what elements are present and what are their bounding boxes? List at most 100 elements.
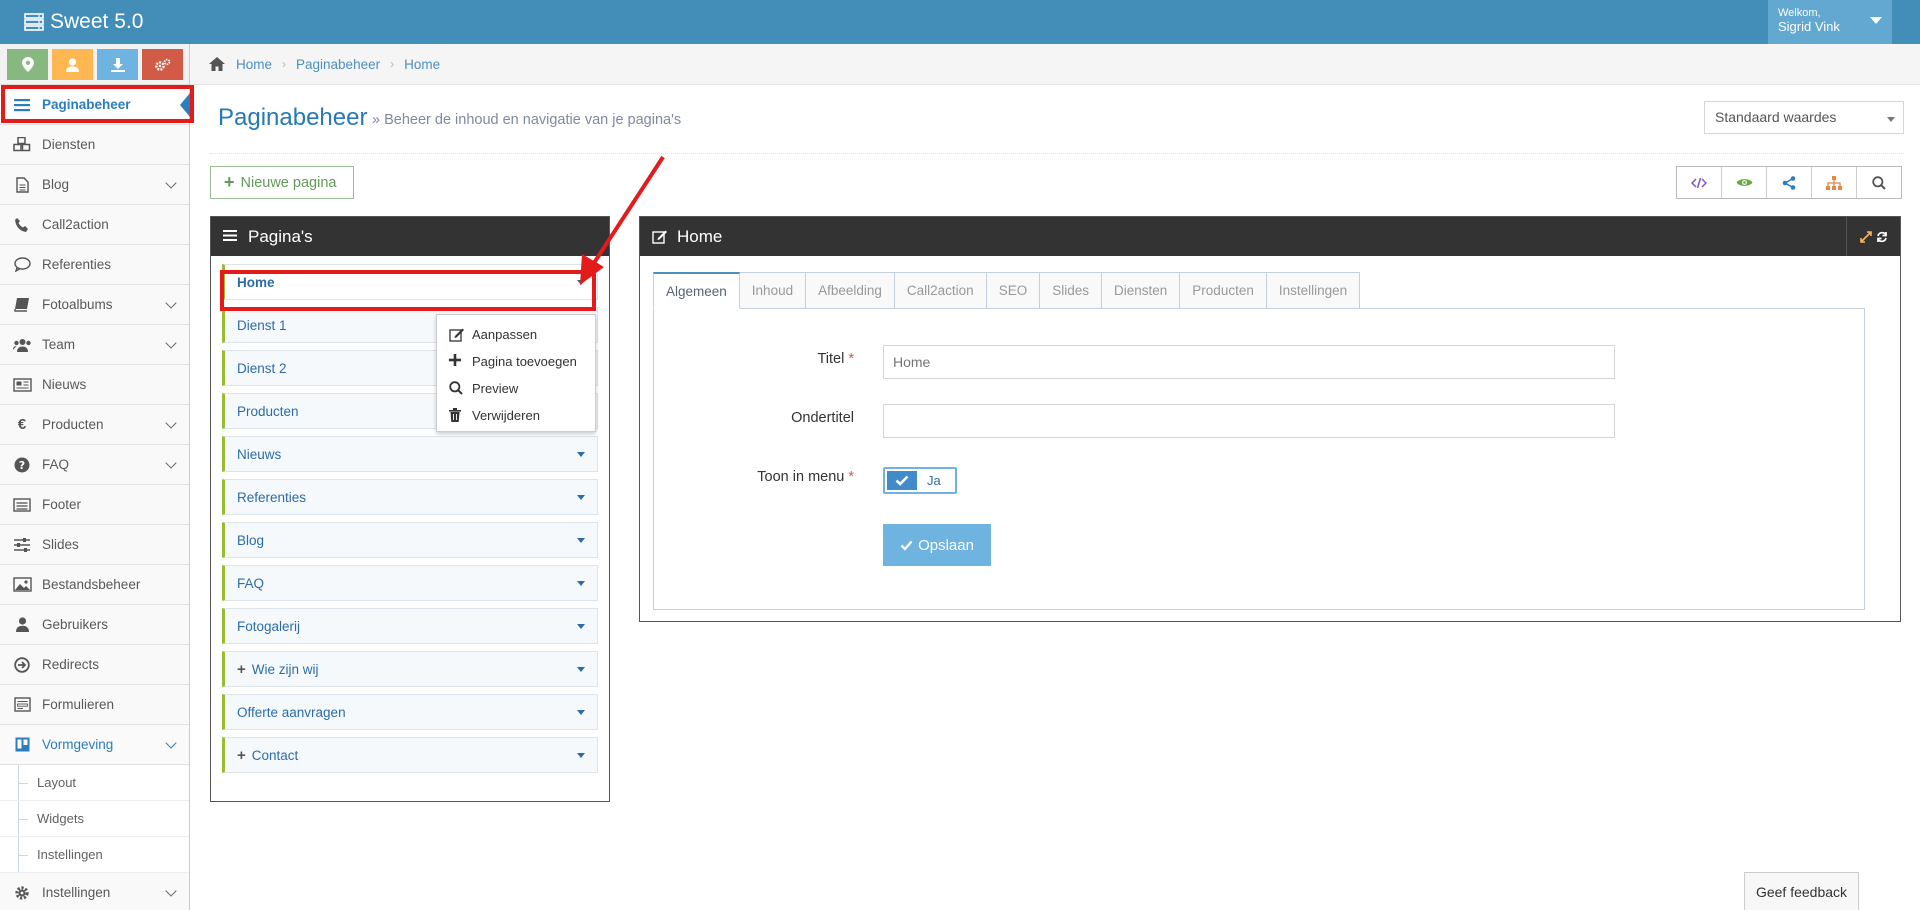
tab-label: SEO — [998, 283, 1028, 298]
sidebar-item-diensten[interactable]: Diensten — [0, 125, 189, 165]
search-button[interactable] — [1857, 167, 1901, 198]
page-item-fotogalerij[interactable]: Fotogalerij — [222, 608, 598, 644]
shortcut-location[interactable] — [7, 49, 48, 80]
sidebar-item-gebruikers[interactable]: Gebruikers — [0, 605, 189, 645]
tab-diensten[interactable]: Diensten — [1102, 272, 1181, 309]
sidebar-subitem-layout[interactable]: Layout — [0, 765, 189, 801]
sidebar-item-formulieren[interactable]: Formulieren — [0, 685, 189, 725]
sidebar-item-vormgeving[interactable]: Vormgeving — [0, 725, 189, 765]
new-page-button[interactable]: + Nieuwe pagina — [210, 166, 354, 199]
save-button[interactable]: Opslaan — [883, 524, 991, 566]
expand-plus-icon[interactable]: + — [237, 661, 246, 678]
feedback-button[interactable]: Geef feedback — [1744, 872, 1859, 910]
sidebar-item-paginabeheer[interactable]: Paginabeheer — [0, 85, 190, 125]
caret-down-icon[interactable] — [577, 667, 585, 672]
ondertitel-input[interactable] — [883, 404, 1615, 438]
sidebar-subitem-instellingen[interactable]: Instellingen — [0, 837, 189, 873]
page-item-contact[interactable]: + Contact — [222, 737, 598, 773]
defaults-select[interactable]: Standaard waardes — [1704, 101, 1904, 134]
sidebar-item-faq[interactable]: ? FAQ — [0, 445, 189, 485]
sidebar-item-slides[interactable]: Slides — [0, 525, 189, 565]
sidebar-item-fotoalbums[interactable]: Fotoalbums — [0, 285, 189, 325]
user-icon — [66, 57, 79, 72]
sidebar-item-call2action[interactable]: Call2action — [0, 205, 189, 245]
caret-down-icon[interactable] — [577, 581, 585, 586]
sidebar-item-label: Team — [42, 337, 76, 352]
check-icon — [887, 471, 917, 490]
tab-call2action[interactable]: Call2action — [894, 272, 987, 309]
sidebar-item-nieuws[interactable]: Nieuws — [0, 365, 189, 405]
plus-icon — [449, 353, 465, 370]
sidebar-item-label: Redirects — [42, 657, 100, 672]
shortcut-user[interactable] — [52, 49, 93, 80]
page-item-faq[interactable]: FAQ — [222, 565, 598, 601]
menu-item-label: Aanpassen — [472, 327, 538, 342]
menu-item-verwijderen[interactable]: Verwijderen — [437, 402, 595, 429]
expand-plus-icon[interactable]: + — [237, 747, 246, 764]
page-item-nieuws[interactable]: Nieuws — [222, 436, 598, 472]
titel-input[interactable] — [883, 345, 1615, 379]
page-item-offerte-aanvragen[interactable]: Offerte aanvragen — [222, 694, 598, 730]
tab-inhoud[interactable]: Inhoud — [739, 272, 807, 309]
caret-down-icon[interactable] — [577, 538, 585, 543]
sidebar-item-label: Gebruikers — [42, 617, 109, 632]
tab-producten[interactable]: Producten — [1180, 272, 1267, 309]
share-icon — [1782, 175, 1796, 190]
chevron-down-icon — [165, 337, 177, 349]
sidebar-item-blog[interactable]: Blog — [0, 165, 189, 205]
sidebar-item-team[interactable]: Team — [0, 325, 189, 365]
tab-seo[interactable]: SEO — [986, 272, 1041, 309]
refresh-icon[interactable] — [1876, 231, 1888, 243]
code-icon — [1691, 177, 1707, 188]
page-title: Paginabeheer — [218, 104, 368, 131]
sidebar-item-referenties[interactable]: Referenties — [0, 245, 189, 285]
defaults-select-value: Standaard waardes — [1715, 109, 1837, 125]
breadcrumb-item-current[interactable]: Home — [404, 57, 440, 72]
toon-in-menu-toggle[interactable]: Ja — [883, 467, 957, 494]
page-item-label: Producten — [237, 403, 299, 419]
tab-label: Afbeelding — [818, 283, 882, 298]
comment-icon — [12, 255, 32, 275]
tab-afbeelding[interactable]: Afbeelding — [806, 272, 895, 309]
tab-instellingen[interactable]: Instellingen — [1266, 272, 1361, 309]
edit-panel-title: Home — [677, 226, 723, 246]
code-button[interactable] — [1677, 167, 1722, 198]
tab-slides[interactable]: Slides — [1040, 272, 1102, 309]
top-navbar: Sweet 5.0 Welkom, Sigrid Vink — [0, 0, 1920, 44]
shortcut-settings[interactable] — [142, 49, 183, 80]
sidebar-item-footer[interactable]: Footer — [0, 485, 189, 525]
caret-down-icon[interactable] — [577, 452, 585, 457]
page-item-label: Nieuws — [237, 446, 282, 462]
sidebar-item-producten[interactable]: € Producten — [0, 405, 189, 445]
sidebar-subitem-widgets[interactable]: Widgets — [0, 801, 189, 837]
caret-down-icon[interactable] — [577, 624, 585, 629]
menu-item-preview[interactable]: Preview — [437, 375, 595, 402]
preview-button[interactable] — [1722, 167, 1767, 198]
toon-in-menu-text: Toon in menu — [757, 469, 845, 485]
sidebar-item-label: Nieuws — [42, 377, 87, 392]
page-item-wie-zijn-wij[interactable]: + Wie zijn wij — [222, 651, 598, 687]
sidebar-item-label: Vormgeving — [42, 737, 114, 752]
caret-down-icon[interactable] — [577, 710, 585, 715]
sidebar-item-instellingen[interactable]: Instellingen — [0, 873, 189, 910]
breadcrumb-item-home[interactable]: Home — [236, 57, 272, 72]
page-item-referenties[interactable]: Referenties — [222, 479, 598, 515]
sitemap-button[interactable] — [1812, 167, 1857, 198]
annotation-arrow — [580, 155, 665, 285]
expand-icon[interactable] — [1859, 230, 1872, 243]
breadcrumb-item-paginabeheer[interactable]: Paginabeheer — [296, 57, 380, 72]
page-item-blog[interactable]: Blog — [222, 522, 598, 558]
menu-item-aanpassen[interactable]: Aanpassen — [437, 321, 595, 348]
cubes-icon — [12, 135, 32, 155]
cogs-icon — [154, 58, 170, 71]
caret-down-icon[interactable] — [577, 753, 585, 758]
share-button[interactable] — [1767, 167, 1812, 198]
menu-item-pagina-toevoegen[interactable]: Pagina toevoegen — [437, 348, 595, 375]
caret-down-icon[interactable] — [577, 495, 585, 500]
sidebar-item-redirects[interactable]: Redirects — [0, 645, 189, 685]
user-menu[interactable]: Welkom, Sigrid Vink — [1768, 0, 1892, 44]
brand[interactable]: Sweet 5.0 — [24, 10, 143, 34]
sidebar-item-bestandsbeheer[interactable]: Bestandsbeheer — [0, 565, 189, 605]
page-item-home[interactable]: Home — [222, 264, 598, 300]
shortcut-download[interactable] — [97, 49, 138, 80]
